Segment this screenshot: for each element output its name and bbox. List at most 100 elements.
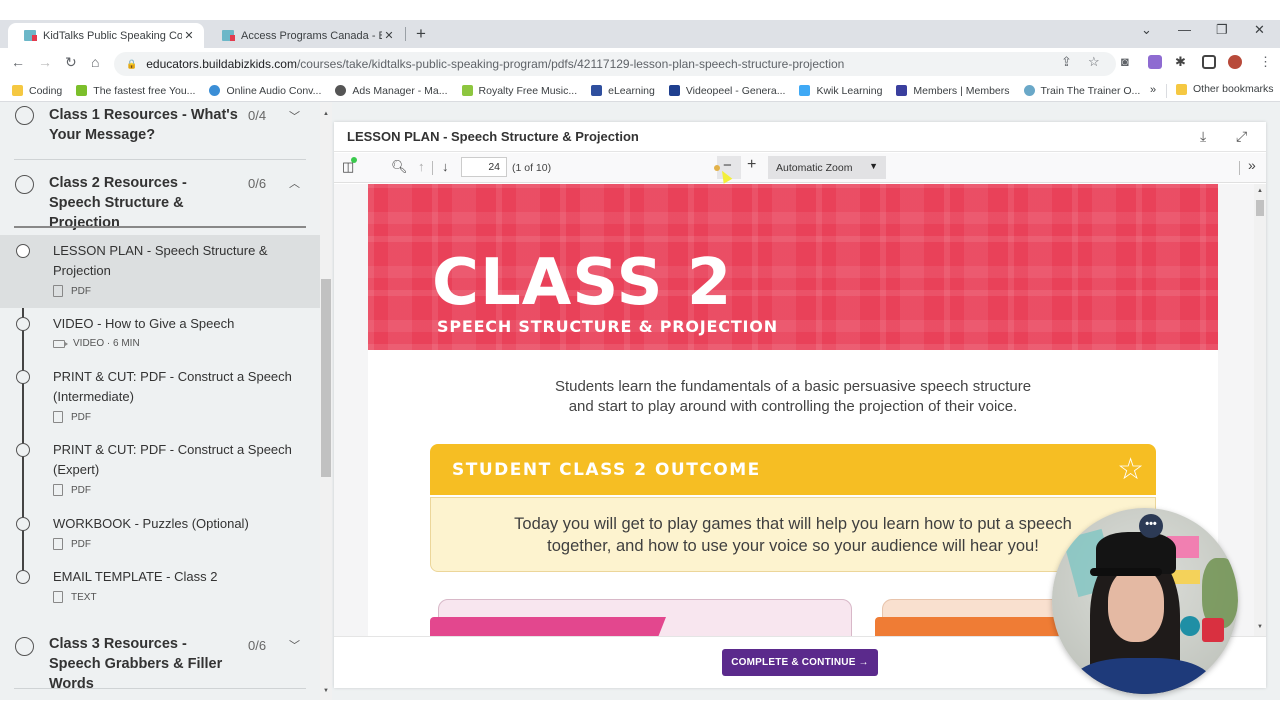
bookmark-kwik-learning[interactable]: Kwik Learning [799, 85, 882, 97]
browser-menu-icon[interactable]: ⋮ [1259, 54, 1272, 70]
pdf-scrollbar[interactable]: ▲ ▼ [1254, 184, 1266, 636]
lesson-title: VIDEO - How to Give a Speech [53, 316, 235, 331]
section-count: 0/6 [248, 638, 267, 653]
section-title: Class 2 Resources - Speech Structure & P… [49, 175, 187, 231]
class-banner: CLASS 2 SPEECH STRUCTURE & PROJECTION [368, 184, 1218, 350]
chevron-down-icon[interactable]: ﹀ [289, 637, 300, 653]
viewer-header: LESSON PLAN - Speech Structure & Project… [334, 122, 1266, 152]
scroll-down-arrow-icon[interactable]: ▼ [1257, 624, 1263, 630]
lesson-item-email-template[interactable]: EMAIL TEMPLATE - Class 2 TEXT [0, 567, 320, 617]
minimize-button[interactable]: — [1178, 22, 1191, 37]
section-class-2[interactable]: Class 2 Resources - Speech Structure & P… [0, 168, 320, 231]
bookmark-videopeel[interactable]: Videopeel - Genera... [668, 85, 785, 97]
bookmark-train-the-trainer[interactable]: Train The Trainer O... [1023, 84, 1141, 97]
section-progress-circle-icon [15, 175, 34, 194]
home-button[interactable]: ⌂ [91, 54, 99, 70]
text-file-icon [53, 591, 63, 603]
share-icon[interactable]: ⇪ [1061, 54, 1072, 70]
new-tab-button[interactable]: + [416, 24, 426, 44]
chevron-down-icon[interactable]: ﹀ [289, 108, 300, 124]
section-divider [14, 688, 306, 689]
tab-access-programs[interactable]: Access Programs Canada - Build ✕ [206, 23, 404, 48]
folder-icon [12, 85, 23, 96]
close-window-button[interactable]: ✕ [1254, 22, 1265, 38]
chevron-down-icon: ▼ [869, 161, 878, 171]
buildabizkids-favicon-icon [24, 30, 37, 41]
presenter-face [1108, 568, 1164, 642]
lesson-item-construct-intermediate[interactable]: PRINT & CUT: PDF - Construct a Speech (I… [0, 367, 320, 437]
address-bar[interactable]: 🔒 educators.buildabizkids.com /courses/t… [114, 52, 1116, 76]
course-sidebar: Class 1 Resources - What's Your Message?… [0, 102, 320, 700]
outcome-line: together, and how to use your voice so y… [547, 537, 1039, 555]
close-tab-icon[interactable]: ✕ [382, 29, 396, 42]
banner-subtitle: SPEECH STRUCTURE & PROJECTION [437, 317, 778, 336]
scroll-up-arrow-icon[interactable]: ▲ [323, 111, 329, 117]
bookmark-star-icon[interactable]: ☆ [1088, 54, 1100, 70]
download-arrow-icon [76, 85, 88, 96]
extensions-puzzle-icon[interactable]: ✱ [1175, 54, 1186, 70]
scrollbar-thumb[interactable] [321, 279, 331, 477]
webcam-options-icon[interactable]: ••• [1139, 514, 1163, 538]
reload-button[interactable]: ↻ [65, 54, 77, 71]
bookmark-label: Train The Trainer O... [1040, 84, 1141, 97]
lesson-title: PRINT & CUT: PDF - Construct a Speech (E… [53, 442, 292, 477]
profile-avatar[interactable] [1228, 55, 1242, 69]
scroll-down-arrow-icon[interactable]: ▼ [323, 688, 329, 694]
pdf-file-icon [53, 538, 63, 550]
zoom-in-icon[interactable]: + [747, 156, 756, 174]
restore-button[interactable]: ❐ [1216, 22, 1228, 38]
intro-paragraph: Students learn the fundamentals of a bas… [368, 377, 1218, 417]
page-number-input[interactable] [461, 157, 507, 177]
camera-extension-icon[interactable]: ◙ [1121, 54, 1129, 69]
previous-page-icon[interactable]: ↑ [418, 159, 425, 174]
bookmark-label: Members | Members [913, 84, 1010, 97]
chevron-up-icon[interactable]: ︿ [289, 175, 300, 191]
other-bookmarks[interactable]: Other bookmarks [1176, 83, 1274, 95]
lesson-meta: PDF [53, 538, 91, 550]
section-class-3[interactable]: Class 3 Resources - Speech Grabbers & Fi… [0, 634, 320, 692]
forward-button[interactable]: → [38, 54, 52, 70]
scrollbar-thumb[interactable] [1256, 200, 1264, 216]
bookmark-coding[interactable]: Coding [12, 85, 62, 97]
back-button[interactable]: ← [11, 54, 25, 70]
complete-and-continue-button[interactable]: COMPLETE & CONTINUE → [722, 649, 878, 676]
sidebar-scrollbar[interactable]: ▲ ▼ [320, 102, 332, 700]
lesson-title: WORKBOOK - Puzzles (Optional) [53, 516, 249, 531]
zoom-select[interactable]: Automatic Zoom ▼ [768, 156, 886, 179]
lesson-item-workbook[interactable]: WORKBOOK - Puzzles (Optional) PDF [0, 514, 320, 564]
tab-search-icon[interactable]: ⌄ [1141, 22, 1152, 38]
lesson-type: PDF [71, 411, 91, 423]
pdf-file-icon [53, 285, 63, 297]
bookmarks-bar: Coding The fastest free You... Online Au… [0, 80, 1280, 102]
scroll-up-arrow-icon[interactable]: ▲ [1257, 188, 1263, 194]
tab-kidtalks[interactable]: KidTalks Public Speaking Course ✕ [8, 23, 204, 48]
bookmark-members[interactable]: Members | Members [896, 84, 1010, 97]
lesson-title: EMAIL TEMPLATE - Class 2 [53, 569, 218, 584]
lesson-item-video[interactable]: VIDEO - How to Give a Speech VIDEO · 6 M… [0, 314, 320, 364]
lesson-type: PDF [71, 484, 91, 496]
side-panel-icon[interactable] [1202, 55, 1216, 69]
lesson-title: PRINT & CUT: PDF - Construct a Speech (I… [53, 369, 292, 404]
section-title: Class 1 Resources - What's Your Message? [49, 107, 238, 143]
bookmark-online-audio[interactable]: Online Audio Conv... [209, 85, 321, 97]
download-icon[interactable]: ⤓ [1200, 128, 1206, 145]
close-tab-icon[interactable]: ✕ [182, 29, 196, 42]
bookmark-ads-manager[interactable]: Ads Manager - Ma... [335, 85, 448, 97]
search-icon[interactable]: 🔍︎ [391, 159, 408, 175]
lesson-item-lesson-plan[interactable]: LESSON PLAN - Speech Structure & Project… [0, 235, 320, 308]
videopeel-icon [668, 85, 680, 96]
lesson-meta: PDF [53, 411, 91, 423]
more-bookmarks-button[interactable]: » [1150, 84, 1156, 96]
globe-icon [335, 85, 347, 96]
next-page-icon[interactable]: ↓ [442, 159, 449, 174]
cursor-highlight-dot [714, 165, 720, 171]
bookmark-fastest-free[interactable]: The fastest free You... [76, 85, 195, 97]
bookmark-royalty-free[interactable]: Royalty Free Music... [461, 85, 577, 97]
lesson-item-construct-expert[interactable]: PRINT & CUT: PDF - Construct a Speech (E… [0, 440, 320, 510]
section-divider [14, 159, 306, 160]
screen-recorder-extension-icon[interactable] [1148, 55, 1162, 69]
tools-menu-icon[interactable]: » [1248, 157, 1256, 173]
bookmark-elearning[interactable]: eLearning [591, 85, 655, 97]
lesson-status-circle-icon [16, 317, 30, 331]
fullscreen-expand-icon[interactable]: ⤢ [1236, 128, 1247, 145]
